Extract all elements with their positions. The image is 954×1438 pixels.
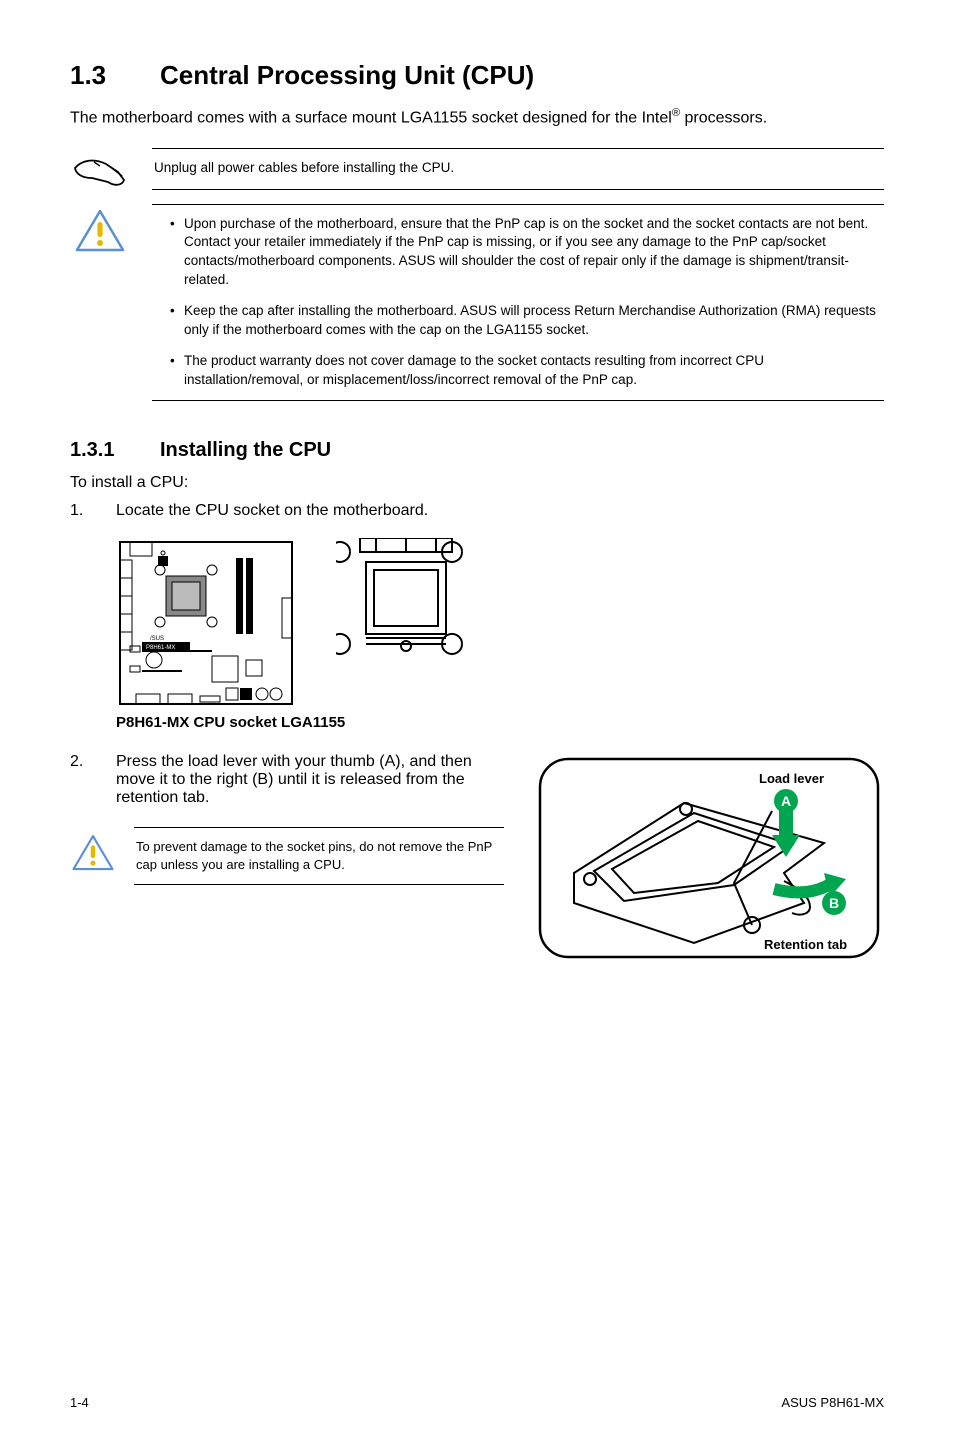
marker-b: B (829, 895, 839, 911)
subsection-number: 1.3.1 (70, 439, 160, 462)
section-heading: 1.3Central Processing Unit (CPU) (70, 60, 884, 91)
load-lever-diagram: Load lever A B (534, 753, 884, 963)
note-unplug: Unplug all power cables before installin… (70, 148, 884, 190)
step-1: 1. Locate the CPU socket on the motherbo… (70, 502, 884, 520)
note-caution-body: Upon purchase of the motherboard, ensure… (152, 204, 884, 401)
intro-paragraph: The motherboard comes with a surface mou… (70, 105, 884, 130)
subsection-title-text: Installing the CPU (160, 439, 331, 461)
note-pnp-cap: To prevent damage to the socket pins, do… (70, 827, 504, 885)
step-2-block: 2. Press the load lever with your thumb … (70, 753, 884, 963)
note-pnp-cap-text: To prevent damage to the socket pins, do… (134, 827, 504, 885)
caution-item-2: Keep the cap after installing the mother… (170, 302, 882, 340)
board-model-label: P8H61-MX (146, 645, 175, 651)
caution-icon-small (70, 827, 116, 885)
marker-a: A (781, 793, 791, 809)
note-caution-list: Upon purchase of the motherboard, ensure… (70, 204, 884, 401)
socket-zoom-diagram (336, 538, 476, 658)
caution-icon (70, 204, 130, 401)
hand-icon (70, 148, 130, 190)
step-2-num: 2. (70, 753, 88, 807)
page-footer: 1-4 ASUS P8H61-MX (70, 1395, 884, 1410)
figure-caption: P8H61-MX CPU socket LGA1155 (116, 714, 884, 731)
subsection-heading: 1.3.1Installing the CPU (70, 439, 884, 462)
step-2-text: Press the load lever with your thumb (A)… (116, 753, 504, 807)
figure-cpu-socket: /SUS P8H61-MX (116, 538, 884, 731)
board-logo: /SUS (150, 636, 164, 642)
section-title-text: Central Processing Unit (CPU) (160, 60, 534, 90)
note-unplug-text: Unplug all power cables before installin… (152, 148, 884, 190)
section-number: 1.3 (70, 60, 160, 91)
caution-item-1: Upon purchase of the motherboard, ensure… (170, 215, 882, 291)
load-lever-label: Load lever (759, 771, 824, 786)
footer-model: ASUS P8H61-MX (781, 1395, 884, 1410)
step-2: 2. Press the load lever with your thumb … (70, 753, 504, 807)
arrow-a: A (772, 789, 800, 857)
page-number: 1-4 (70, 1395, 89, 1410)
caution-item-3: The product warranty does not cover dama… (170, 352, 882, 390)
retention-tab-label: Retention tab (764, 937, 847, 952)
install-intro: To install a CPU: (70, 474, 884, 492)
step-1-text: Locate the CPU socket on the motherboard… (116, 502, 428, 520)
motherboard-diagram: /SUS P8H61-MX (116, 538, 296, 708)
step-1-num: 1. (70, 502, 88, 520)
